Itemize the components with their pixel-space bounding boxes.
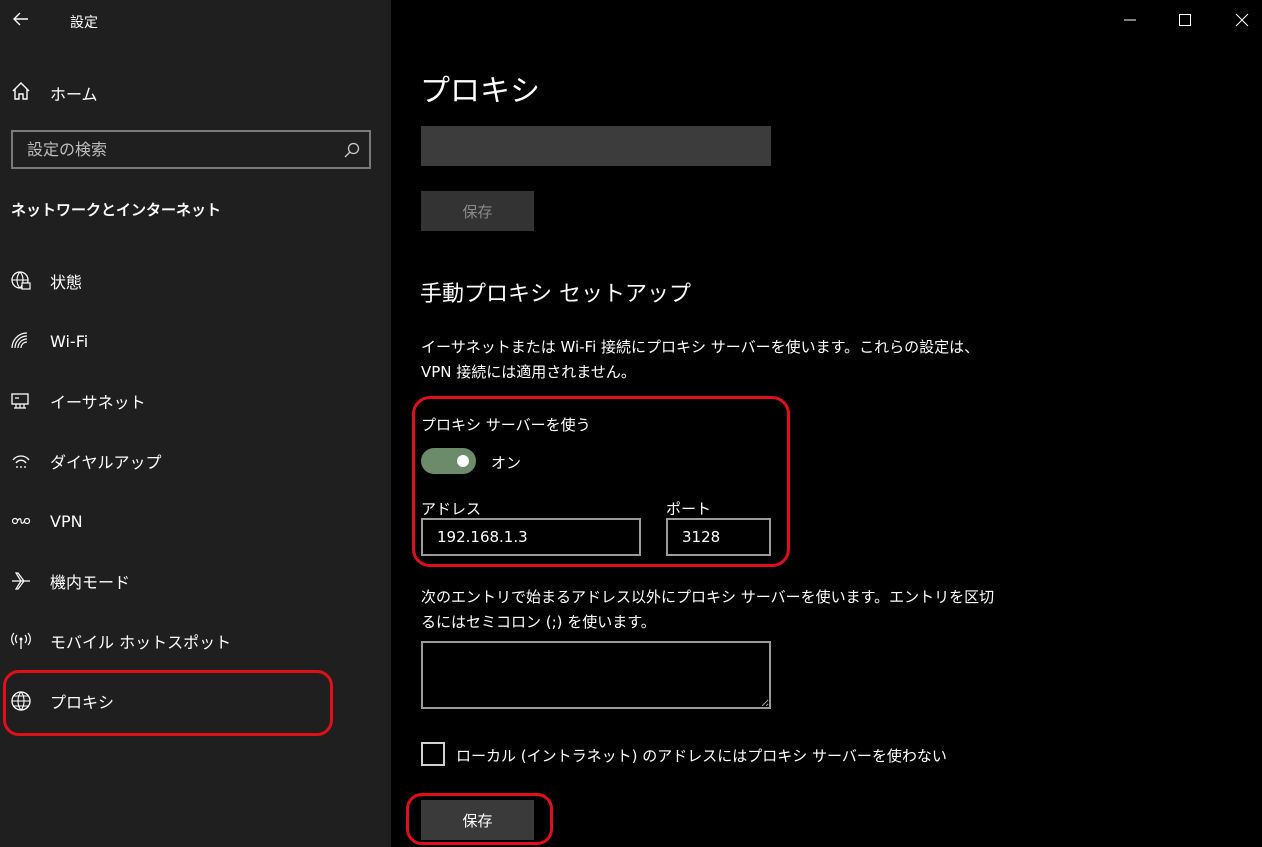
back-arrow-icon[interactable] xyxy=(10,8,32,30)
hotspot-icon xyxy=(9,629,33,653)
sidebar-item-label: ホーム xyxy=(50,85,98,104)
sidebar-item-wifi[interactable]: Wi-Fi xyxy=(0,321,391,361)
sidebar-item-ethernet[interactable]: イーサネット xyxy=(0,381,391,421)
use-proxy-toggle[interactable] xyxy=(421,448,476,474)
sidebar-item-hotspot[interactable]: モバイル ホットスポット xyxy=(0,621,391,661)
sidebar-item-status[interactable]: 状態 xyxy=(0,261,391,301)
sidebar-item-label: VPN xyxy=(50,511,83,531)
maximize-icon[interactable] xyxy=(1173,8,1197,32)
toggle-state-label: オン xyxy=(491,454,522,472)
sidebar-item-label: ダイヤルアップ xyxy=(50,453,162,472)
close-icon[interactable] xyxy=(1230,8,1254,32)
address-input[interactable] xyxy=(421,518,641,556)
script-address-field[interactable] xyxy=(421,126,771,166)
app-title: 設定 xyxy=(70,15,98,31)
sidebar-item-label: Wi-Fi xyxy=(50,331,89,351)
minimize-icon[interactable] xyxy=(1118,8,1142,32)
exceptions-input[interactable] xyxy=(421,641,771,709)
script-save-button[interactable]: 保存 xyxy=(421,191,534,231)
manual-setup-description: イーサネットまたは Wi-Fi 接続にプロキシ サーバーを使います。これらの設定… xyxy=(421,338,980,381)
exceptions-description: 次のエントリで始まるアドレス以外にプロキシ サーバーを使います。エントリを区切る… xyxy=(421,588,995,631)
local-bypass-checkbox[interactable] xyxy=(421,742,445,766)
airplane-icon xyxy=(9,569,33,593)
search-icon[interactable] xyxy=(343,141,361,159)
port-input[interactable] xyxy=(666,518,771,556)
port-label: ポート xyxy=(666,500,712,518)
sidebar-item-dialup[interactable]: ダイヤルアップ xyxy=(0,441,391,481)
ethernet-icon xyxy=(9,389,33,413)
local-bypass-label: ローカル (イントラネット) のアドレスにはプロキシ サーバーを使わない xyxy=(456,747,947,765)
sidebar-item-label: モバイル ホットスポット xyxy=(50,633,232,652)
dialup-icon xyxy=(9,449,33,473)
home-icon xyxy=(10,80,32,106)
sidebar-item-label: イーサネット xyxy=(50,393,146,412)
save-button[interactable]: 保存 xyxy=(421,800,534,840)
section-title: ネットワークとインターネット xyxy=(11,201,222,219)
wifi-icon xyxy=(9,329,33,353)
sidebar-item-airplane[interactable]: 機内モード xyxy=(0,561,391,601)
toggle-knob xyxy=(457,455,469,467)
sidebar-item-home[interactable]: ホーム xyxy=(10,80,98,106)
sidebar-item-label: 機内モード xyxy=(50,573,131,592)
sidebar-item-vpn[interactable]: VPN xyxy=(0,501,391,541)
sidebar: 設定 ホーム ネットワークとインターネット 状態 Wi-Fi イーサネット xyxy=(0,0,391,847)
search-box[interactable] xyxy=(11,130,371,169)
use-proxy-label: プロキシ サーバーを使う xyxy=(421,416,591,434)
manual-setup-heading: 手動プロキシ セットアップ xyxy=(420,282,691,307)
sidebar-item-label: 状態 xyxy=(50,273,83,292)
page-title: プロキシ xyxy=(420,74,540,109)
highlight-annotation xyxy=(3,670,333,736)
vpn-icon xyxy=(9,509,33,533)
address-label: アドレス xyxy=(421,500,482,518)
globe-status-icon xyxy=(9,269,33,293)
search-input[interactable] xyxy=(27,140,327,159)
